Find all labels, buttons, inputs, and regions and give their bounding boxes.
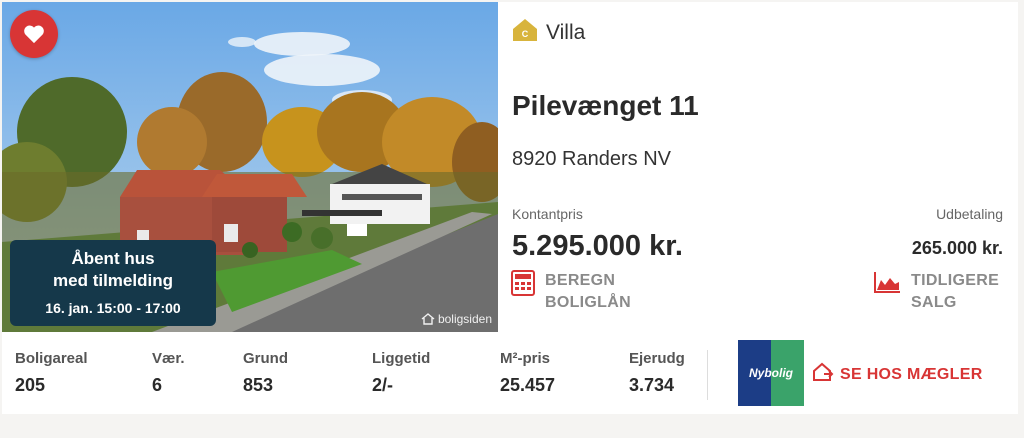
stat-label: Vær. (152, 350, 185, 367)
watermark-text: boligsiden (437, 312, 492, 326)
stat-ejerudgift: Ejerudg 3.734 (629, 350, 685, 396)
see-broker-label: SE HOS MÆGLER (840, 365, 983, 383)
house-icon: C (512, 18, 538, 47)
stat-label: Liggetid (372, 350, 431, 367)
stat-value: 853 (243, 375, 274, 395)
previous-sales-label: TIDLIGERE SALG (911, 272, 1000, 311)
heart-icon (23, 24, 45, 44)
stat-vaerelser: Vær. 6 (152, 350, 185, 396)
stats-bar: Boligareal 205 Vær. 6 Grund 853 Liggetid… (2, 332, 1018, 414)
stat-label: M²-pris (500, 350, 550, 367)
kontantpris-value: 5.295.000 kr. (512, 230, 683, 262)
kontantpris-label: Kontantpris (512, 206, 583, 222)
calculate-loan-label: BEREGN BOLIGLÅN (545, 272, 631, 311)
broker-logo-text: Nybolig (749, 366, 793, 380)
area-chart-icon (873, 270, 901, 299)
property-type-label: Villa (546, 20, 586, 44)
open-house-badge[interactable]: Åbent hus med tilmelding 16. jan. 15:00 … (10, 240, 216, 326)
external-house-icon (812, 362, 834, 387)
previous-sales-button[interactable]: TIDLIGERE SALG (873, 270, 999, 314)
listing-card[interactable]: Åbent hus med tilmelding 16. jan. 15:00 … (2, 2, 1018, 414)
property-city: 8920 Randers NV (512, 148, 671, 170)
calculator-icon (511, 270, 535, 301)
open-house-title: Åbent hus (71, 249, 155, 268)
watermark: boligsiden (421, 312, 492, 326)
broker-logo[interactable]: Nybolig (738, 340, 804, 406)
see-broker-button[interactable]: SE HOS MÆGLER (812, 362, 983, 387)
house-icon-letter: C (522, 29, 529, 39)
property-address[interactable]: Pilevænget 11 (512, 90, 699, 122)
calculate-loan-button[interactable]: BEREGN BOLIGLÅN (511, 270, 631, 314)
stat-value: 3.734 (629, 375, 675, 395)
favorite-button[interactable] (10, 10, 58, 58)
house-outline-icon (421, 313, 435, 325)
udbetaling-value: 265.000 kr. (911, 238, 1003, 258)
stat-label: Boligareal (15, 350, 88, 367)
stat-value: 2/- (372, 375, 394, 395)
udbetaling-label: Udbetaling (936, 206, 1003, 222)
divider (707, 350, 708, 400)
stat-value: 25.457 (500, 375, 556, 395)
stat-label: Grund (243, 350, 288, 367)
stat-label: Ejerudg (629, 350, 685, 367)
property-type: C Villa (512, 18, 585, 47)
stat-grund: Grund 853 (243, 350, 288, 396)
stat-value: 6 (152, 375, 163, 395)
open-house-time: 16. jan. 15:00 - 17:00 (45, 300, 181, 316)
open-house-subtitle: med tilmelding (53, 271, 173, 290)
stat-boligareal: Boligareal 205 (15, 350, 88, 396)
stat-value: 205 (15, 375, 46, 395)
stat-liggetid: Liggetid 2/- (372, 350, 430, 396)
stat-m2-pris: M²-pris 25.457 (500, 350, 555, 396)
property-photo[interactable]: Åbent hus med tilmelding 16. jan. 15:00 … (2, 2, 498, 332)
